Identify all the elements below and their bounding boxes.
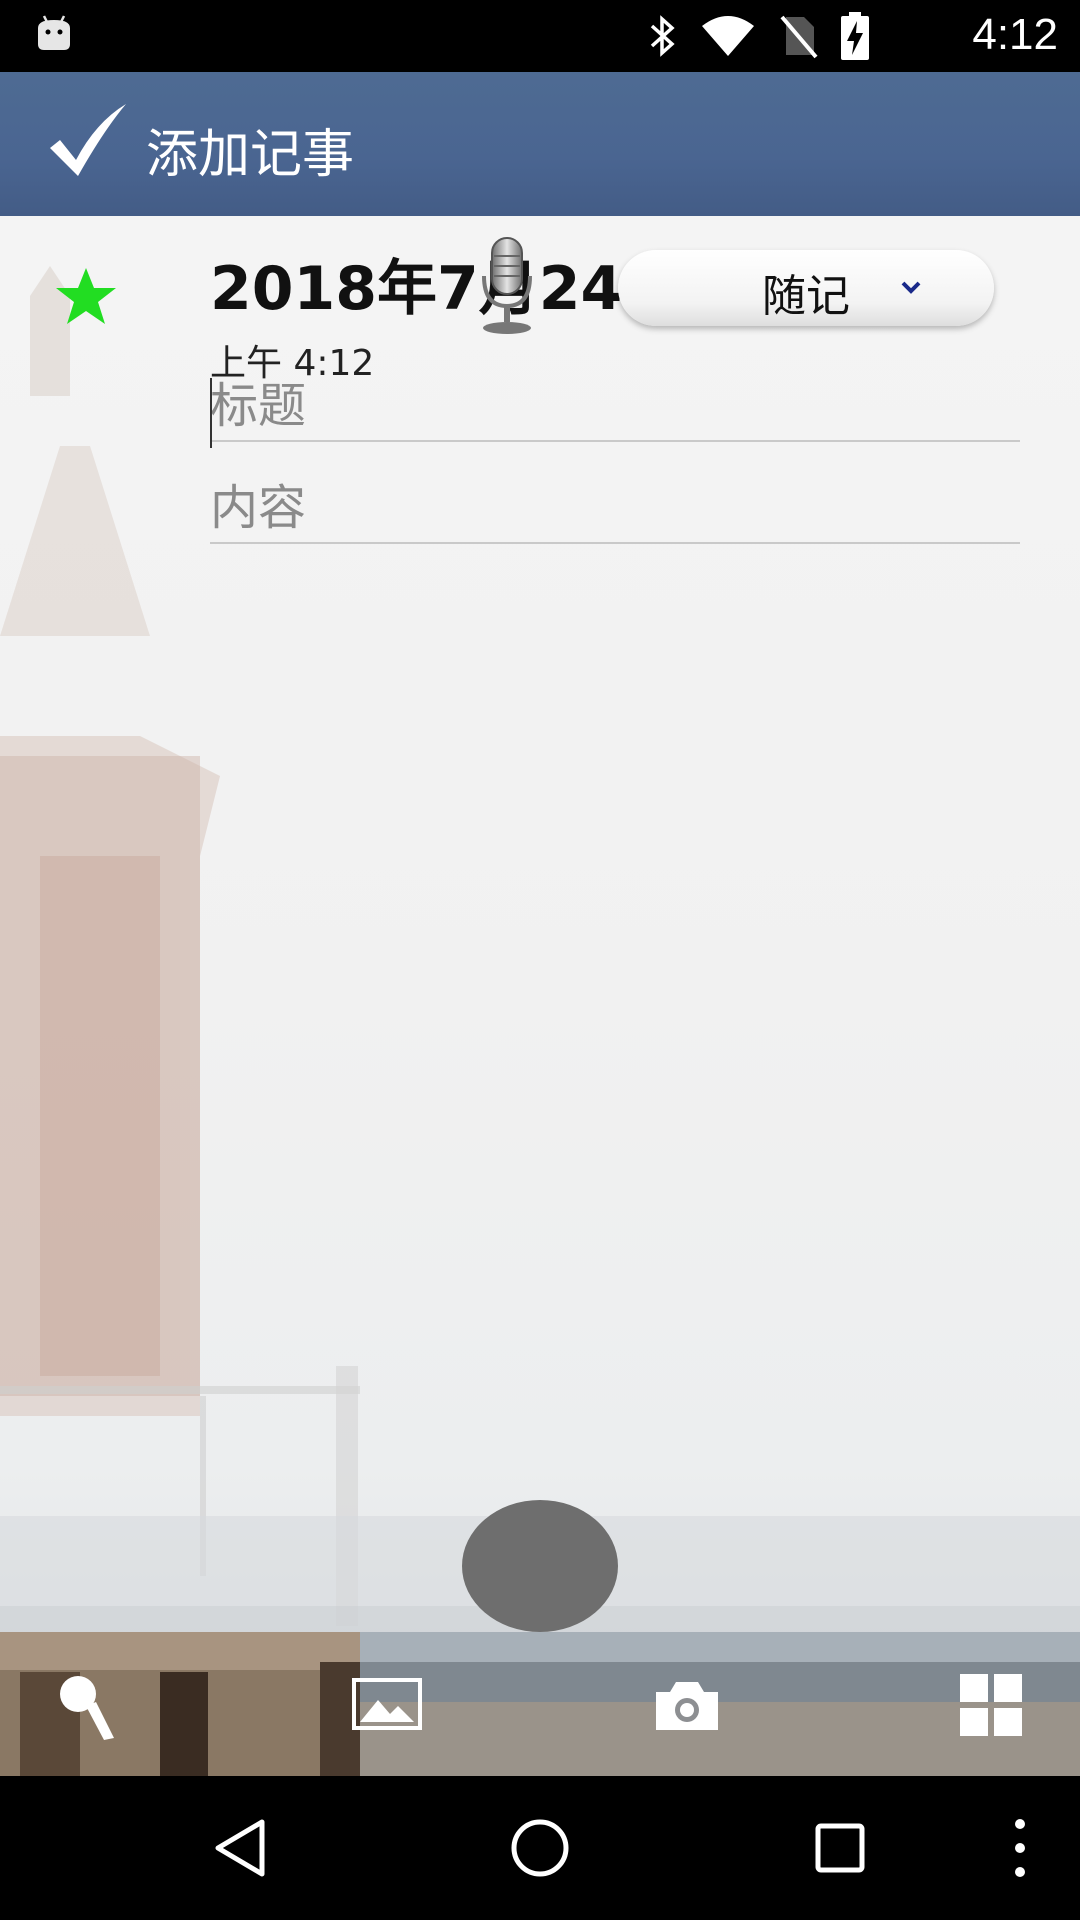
category-dropdown[interactable]: 随记: [618, 250, 994, 326]
battery-charging-icon: [841, 12, 869, 60]
text-cursor: [210, 378, 212, 448]
checkmark-icon[interactable]: [46, 102, 130, 186]
bluetooth-icon: [650, 15, 675, 57]
content-input[interactable]: [210, 476, 1020, 540]
title-input[interactable]: [210, 374, 1020, 438]
menu-icon[interactable]: [1000, 1816, 1040, 1880]
toolbar-background: [0, 1632, 1080, 1776]
action-bar: 添加记事: [0, 72, 1080, 216]
image-icon[interactable]: [352, 1670, 422, 1740]
chevron-down-icon: [901, 281, 921, 294]
home-icon[interactable]: [508, 1816, 572, 1880]
category-label: 随记: [762, 271, 850, 322]
wifi-icon: [702, 16, 754, 56]
page-title: 添加记事: [146, 125, 355, 185]
draw-icon[interactable]: [56, 1672, 126, 1742]
grid-icon[interactable]: [956, 1670, 1026, 1740]
record-button[interactable]: [462, 1500, 618, 1632]
note-date[interactable]: 2018年7月24日: [210, 240, 682, 327]
content-field-container: [210, 476, 1020, 544]
title-field-container: [210, 374, 1020, 448]
camera-icon[interactable]: [652, 1670, 722, 1740]
back-icon[interactable]: [210, 1816, 274, 1880]
star-icon[interactable]: [54, 264, 118, 328]
status-bar: 4:12: [0, 0, 1080, 72]
no-sim-icon: [780, 15, 818, 59]
recent-apps-icon[interactable]: [808, 1816, 872, 1880]
android-icon: [38, 15, 70, 50]
navigation-bar: [0, 1776, 1080, 1920]
note-editor: 2018年7月24日 上午 4:12 随记: [0, 216, 1080, 1776]
bottom-toolbar: [0, 1632, 1080, 1776]
status-time: 4:12: [972, 10, 1058, 59]
microphone-icon[interactable]: [476, 236, 538, 336]
